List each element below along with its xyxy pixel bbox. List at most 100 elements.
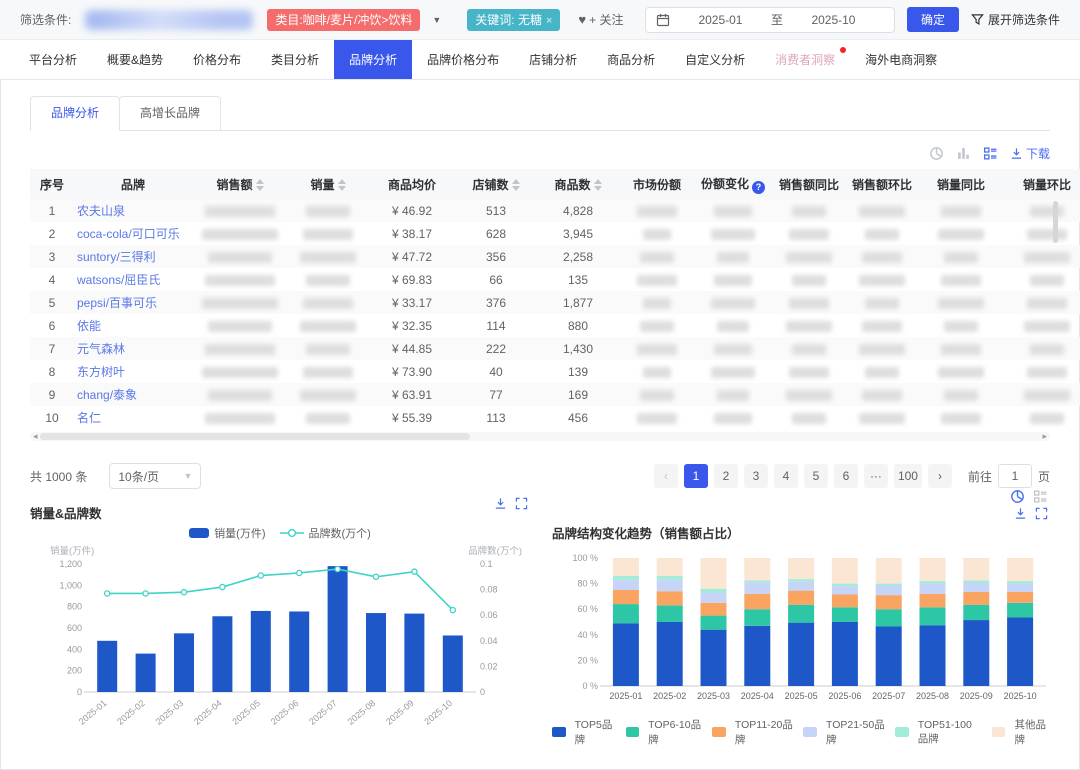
col-header-sales[interactable]: 销售额 [192, 169, 288, 199]
legend-item[interactable]: TOP5品牌 [552, 717, 616, 747]
cell-products: 4,828 [536, 199, 620, 222]
nav-tab-1[interactable]: 概要&趋势 [92, 40, 178, 79]
info-icon[interactable]: ? [752, 181, 765, 194]
legend-item[interactable]: TOP21-50品牌 [803, 717, 885, 747]
cell-share_change [694, 268, 772, 291]
legend-item[interactable]: 销量(万件) [189, 525, 265, 541]
date-range-picker[interactable]: 2025-01 至 2025-10 [645, 7, 895, 33]
nav-tab-7[interactable]: 商品分析 [592, 40, 670, 79]
nav-tab-2[interactable]: 价格分布 [178, 40, 256, 79]
page-button-1[interactable]: 1 [684, 464, 708, 488]
close-icon[interactable]: × [546, 15, 552, 27]
goto-page-input[interactable] [998, 464, 1032, 488]
scroll-left-icon[interactable]: ◂ [33, 431, 38, 442]
table-view-icon[interactable] [983, 146, 998, 161]
page-size-select[interactable]: 10条/页▼ [109, 463, 201, 489]
brand-link[interactable]: 元气森林 [77, 342, 125, 356]
cell-volume [288, 383, 368, 406]
cell-sales_mom [846, 222, 918, 245]
masked-value [859, 413, 905, 424]
svg-text:2025-08: 2025-08 [916, 691, 949, 701]
cell-sales [192, 222, 288, 245]
masked-value [941, 413, 981, 424]
masked-value [859, 206, 905, 217]
fullscreen-icon[interactable] [515, 497, 528, 510]
col-header-products[interactable]: 商品数 [536, 169, 620, 199]
sort-icon[interactable] [594, 179, 602, 191]
pie-chart-icon[interactable] [929, 146, 944, 161]
prev-page-button[interactable]: ‹ [654, 464, 678, 488]
keyword-tag[interactable]: 关键词: 无糖× [467, 9, 560, 31]
bar-chart-icon[interactable] [956, 146, 971, 161]
nav-tab-4[interactable]: 品牌分析 [334, 40, 412, 79]
vertical-scrollbar[interactable] [1053, 201, 1058, 243]
legend-item[interactable]: 其他品牌 [992, 717, 1050, 747]
download-button[interactable]: 下载 [1010, 145, 1050, 162]
date-start[interactable]: 2025-01 [698, 13, 742, 27]
horizontal-scrollbar[interactable]: ◂ ▸ [30, 432, 1050, 441]
next-page-button[interactable]: › [928, 464, 952, 488]
brand-link[interactable]: chang/泰象 [77, 388, 137, 402]
follow-button[interactable]: ♥ + 关注 [578, 11, 623, 28]
nav-tab-10[interactable]: 海外电商洞察 [850, 40, 952, 79]
nav-tab-0[interactable]: 平台分析 [14, 40, 92, 79]
fullscreen-icon[interactable] [1035, 507, 1048, 520]
col-header-shops[interactable]: 店铺数 [456, 169, 536, 199]
category-caret-icon[interactable]: ▼ [428, 13, 445, 27]
sort-icon[interactable] [512, 179, 520, 191]
nav-tab-9[interactable]: 消费者洞察 [760, 40, 850, 79]
nav-tab-8[interactable]: 自定义分析 [670, 40, 760, 79]
confirm-button[interactable]: 确定 [907, 7, 959, 32]
page-ellipsis[interactable]: ··· [864, 464, 888, 488]
svg-text:2025-04: 2025-04 [741, 691, 774, 701]
pie-view-icon[interactable] [1010, 489, 1025, 504]
nav-tab-3[interactable]: 类目分析 [256, 40, 334, 79]
cell-sales_mom [846, 245, 918, 268]
cell-volume_yoy [918, 199, 1004, 222]
brand-link[interactable]: 东方树叶 [77, 365, 125, 379]
legend-item[interactable]: TOP6-10品牌 [626, 717, 703, 747]
nav-tab-6[interactable]: 店铺分析 [514, 40, 592, 79]
brand-link[interactable]: 依能 [77, 319, 101, 333]
brand-link[interactable]: 名仁 [77, 411, 101, 425]
legend-item[interactable]: TOP51-100品牌 [895, 719, 982, 746]
masked-value [205, 413, 275, 424]
sort-icon[interactable] [338, 179, 346, 191]
brand-link[interactable]: pepsi/百事可乐 [77, 296, 157, 310]
svg-text:800: 800 [67, 602, 82, 612]
sub-tab-0[interactable]: 品牌分析 [30, 96, 120, 131]
masked-value [300, 321, 356, 332]
sub-tab-1[interactable]: 高增长品牌 [119, 96, 221, 130]
page-button-4[interactable]: 4 [774, 464, 798, 488]
date-end[interactable]: 2025-10 [811, 13, 855, 27]
brand-link[interactable]: 农夫山泉 [77, 204, 125, 218]
col-header-volume[interactable]: 销量 [288, 169, 368, 199]
page-button-100[interactable]: 100 [894, 464, 922, 488]
table-view-icon[interactable] [1033, 489, 1048, 504]
sort-icon[interactable] [256, 179, 264, 191]
legend-item[interactable]: 品牌数(万个) [280, 525, 371, 541]
svg-text:20 %: 20 % [577, 655, 598, 665]
brand-link[interactable]: coca-cola/可口可乐 [77, 227, 180, 241]
svg-text:1,000: 1,000 [59, 580, 82, 590]
page-button-2[interactable]: 2 [714, 464, 738, 488]
svg-text:0.06: 0.06 [480, 610, 498, 620]
expand-filters-button[interactable]: 展开筛选条件 [971, 11, 1060, 28]
page-button-5[interactable]: 5 [804, 464, 828, 488]
page-button-3[interactable]: 3 [744, 464, 768, 488]
legend-item[interactable]: TOP11-20品牌 [712, 717, 793, 747]
cell-avg_price: ¥ 46.92 [368, 199, 456, 222]
chart-download-icon[interactable] [1014, 507, 1027, 520]
svg-text:2025-06: 2025-06 [828, 691, 861, 701]
page-button-6[interactable]: 6 [834, 464, 858, 488]
calendar-icon [656, 13, 670, 27]
svg-text:销量(万件): 销量(万件) [50, 545, 94, 557]
brand-link[interactable]: watsons/屈臣氏 [77, 273, 160, 287]
nav-tab-5[interactable]: 品牌价格分布 [412, 40, 514, 79]
scroll-right-icon[interactable]: ▸ [1042, 431, 1047, 442]
category-tag[interactable]: 类目:咖啡/麦片/冲饮>饮料 [267, 9, 420, 31]
masked-value [944, 321, 978, 332]
brand-link[interactable]: suntory/三得利 [77, 250, 156, 264]
chart-download-icon[interactable] [494, 497, 507, 510]
masked-value [202, 298, 278, 309]
